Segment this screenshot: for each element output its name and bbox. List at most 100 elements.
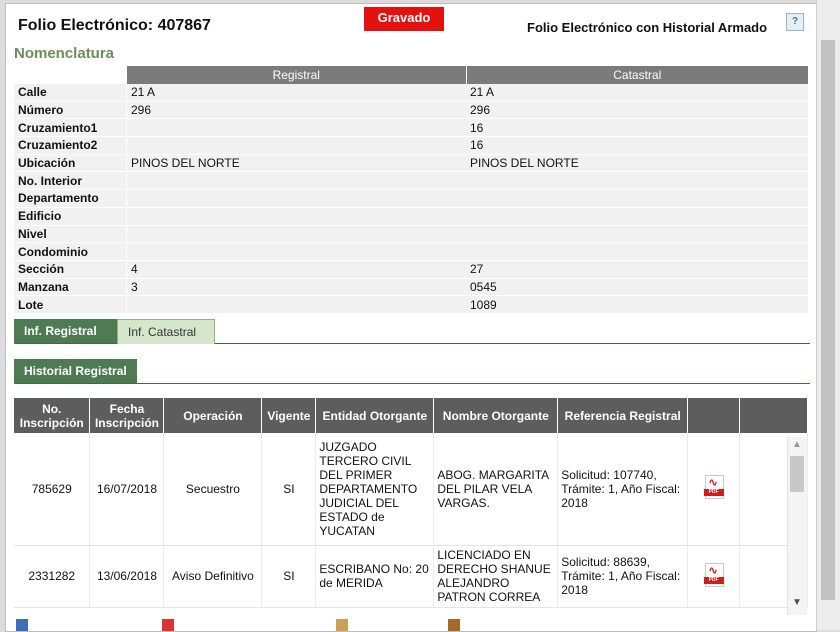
col-vigente[interactable]: Vigente xyxy=(261,398,317,433)
historial-table: No. Inscripción Fecha Inscripción Operac… xyxy=(14,398,808,608)
operacion: Aviso Definitivo xyxy=(163,545,263,608)
nomenclatura-row: Manzana 3 0545 xyxy=(14,278,808,297)
registral-value xyxy=(126,225,466,244)
referencia-registral: Solicitud: 88639, Trámite: 1, Año Fiscal… xyxy=(557,545,689,608)
nomenclatura-row: Ubicación PINOS DEL NORTE PINOS DEL NORTE xyxy=(14,154,808,173)
col-catastral: Catastral xyxy=(465,66,808,84)
status-badge: Gravado xyxy=(364,7,444,31)
pdf-cell: ∿ PDF xyxy=(687,433,741,546)
operacion: Secuestro xyxy=(163,433,263,546)
nomenclatura-title: Nomenclatura xyxy=(14,45,115,62)
save-icon[interactable] xyxy=(16,619,28,631)
col-nombre-otorgante[interactable]: Nombre Otorgante xyxy=(433,398,559,433)
nomenclatura-row: Cruzamiento2 16 xyxy=(14,136,808,155)
no-inscripcion: 785629 xyxy=(14,433,91,546)
document-icon[interactable] xyxy=(336,619,348,631)
field-label: Edificio xyxy=(14,207,127,226)
nomenclatura-row: Condominio xyxy=(14,242,808,261)
page-scrollbar[interactable] xyxy=(816,0,840,630)
field-label: Calle xyxy=(14,84,127,102)
catastral-value: 296 xyxy=(466,101,808,120)
pdf-icon[interactable]: ∿ PDF xyxy=(703,475,724,500)
historial-row[interactable]: 785629 16/07/2018 Secuestro SI JUZGADO TERCE… xyxy=(14,433,808,546)
registral-value: 4 xyxy=(126,260,466,279)
nombre-otorgante: LICENCIADO EN DERECHO SHANUE ALEJANDRO P… xyxy=(433,545,559,608)
catastral-value: 1089 xyxy=(466,295,808,314)
bottom-toolbar xyxy=(6,615,816,631)
pdf-cell: ∿ PDF xyxy=(687,545,741,608)
col-operacion[interactable]: Operación xyxy=(163,398,263,433)
folder-icon[interactable] xyxy=(448,619,460,631)
catastral-value: 27 xyxy=(466,260,808,279)
vigente: SI xyxy=(261,433,317,546)
scroll-down-icon[interactable]: ▼ xyxy=(792,597,802,608)
registral-value xyxy=(126,242,466,261)
historial-scrollbar[interactable]: ▲ ▼ xyxy=(787,437,807,615)
nomenclatura-row: No. Interior xyxy=(14,171,808,191)
historial-tabs: Historial Registral xyxy=(14,359,810,384)
field-label: Manzana xyxy=(14,278,127,297)
nomenclatura-row: Cruzamiento1 16 xyxy=(14,118,808,138)
registral-value: 3 xyxy=(126,278,466,297)
history-label: Folio Electrónico con Historial Armado xyxy=(527,20,768,35)
field-label: Cruzamiento2 xyxy=(14,136,127,155)
catastral-value xyxy=(466,189,808,208)
pdf-export-icon[interactable] xyxy=(162,619,174,631)
registral-value: 21 A xyxy=(126,84,466,102)
info-tabs: Inf. Registral Inf. Catastral xyxy=(14,319,810,344)
folio-dialog: Folio Electrónico: 407867 Gravado Folio … xyxy=(5,3,817,632)
referencia-registral: Solicitud: 107740, Trámite: 1, Año Fisca… xyxy=(557,433,689,546)
catastral-value xyxy=(466,225,808,244)
registral-value: PINOS DEL NORTE xyxy=(126,154,466,173)
pdf-icon[interactable]: ∿ PDF xyxy=(703,562,724,587)
field-label: Condominio xyxy=(14,242,127,261)
col-extra xyxy=(739,398,808,433)
tab-historial-registral[interactable]: Historial Registral xyxy=(14,359,137,383)
registral-value xyxy=(126,189,466,208)
field-label: Número xyxy=(14,101,127,120)
field-label: Nivel xyxy=(14,225,127,244)
field-label: Cruzamiento1 xyxy=(14,118,127,138)
field-label: Sección xyxy=(14,260,127,279)
catastral-value xyxy=(466,242,808,261)
col-referencia-registral[interactable]: Referencia Registral xyxy=(557,398,689,433)
blank-header xyxy=(14,66,127,84)
registral-value xyxy=(126,171,466,191)
registral-value xyxy=(126,136,466,155)
tab-inf-catastral[interactable]: Inf. Catastral xyxy=(117,319,215,344)
col-fecha-inscripcion[interactable]: Fecha Inscripción xyxy=(89,398,165,433)
field-label: Lote xyxy=(14,295,127,314)
registral-value: 296 xyxy=(126,101,466,120)
entidad-otorgante: JUZGADO TERCERO CIVIL DEL PRIMER DEPARTA… xyxy=(315,433,435,546)
catastral-value xyxy=(466,207,808,226)
col-no-inscripcion[interactable]: No. Inscripción xyxy=(14,398,91,433)
col-pdf xyxy=(687,398,741,433)
historial-row[interactable]: 2331282 13/06/2018 Aviso Definitivo SI ESCRI… xyxy=(14,545,808,608)
nomenclatura-row: Número 296 296 xyxy=(14,101,808,120)
page-scroll-thumb[interactable] xyxy=(821,40,835,600)
entidad-otorgante: ESCRIBANO No: 20 de MERIDA xyxy=(315,545,435,608)
vigente: SI xyxy=(261,545,317,608)
catastral-value xyxy=(466,171,808,191)
nomenclatura-row: Sección 4 27 xyxy=(14,260,808,279)
registral-value xyxy=(126,118,466,138)
nomenclatura-row: Lote 1089 xyxy=(14,295,808,314)
nomenclatura-row: Nivel xyxy=(14,225,808,244)
tab-inf-registral[interactable]: Inf. Registral xyxy=(14,319,118,343)
folio-title: Folio Electrónico: 407867 xyxy=(18,17,211,34)
col-registral: Registral xyxy=(126,66,466,84)
no-inscripcion: 2331282 xyxy=(14,545,91,608)
help-icon[interactable]: ? xyxy=(786,13,804,31)
field-label: Ubicación xyxy=(14,154,127,173)
field-label: No. Interior xyxy=(14,171,127,191)
fecha-inscripcion: 16/07/2018 xyxy=(89,433,165,546)
catastral-value: 16 xyxy=(466,118,808,138)
nomenclatura-row: Calle 21 A 21 A xyxy=(14,84,808,102)
catastral-value: 21 A xyxy=(466,84,808,102)
nombre-otorgante: ABOG. MARGARITA DEL PILAR VELA VARGAS. xyxy=(433,433,559,546)
scroll-thumb[interactable] xyxy=(790,456,804,492)
col-entidad-otorgante[interactable]: Entidad Otorgante xyxy=(315,398,435,433)
field-label: Departamento xyxy=(14,189,127,208)
scroll-up-icon[interactable]: ▲ xyxy=(792,439,802,450)
nomenclatura-row: Edificio xyxy=(14,207,808,226)
